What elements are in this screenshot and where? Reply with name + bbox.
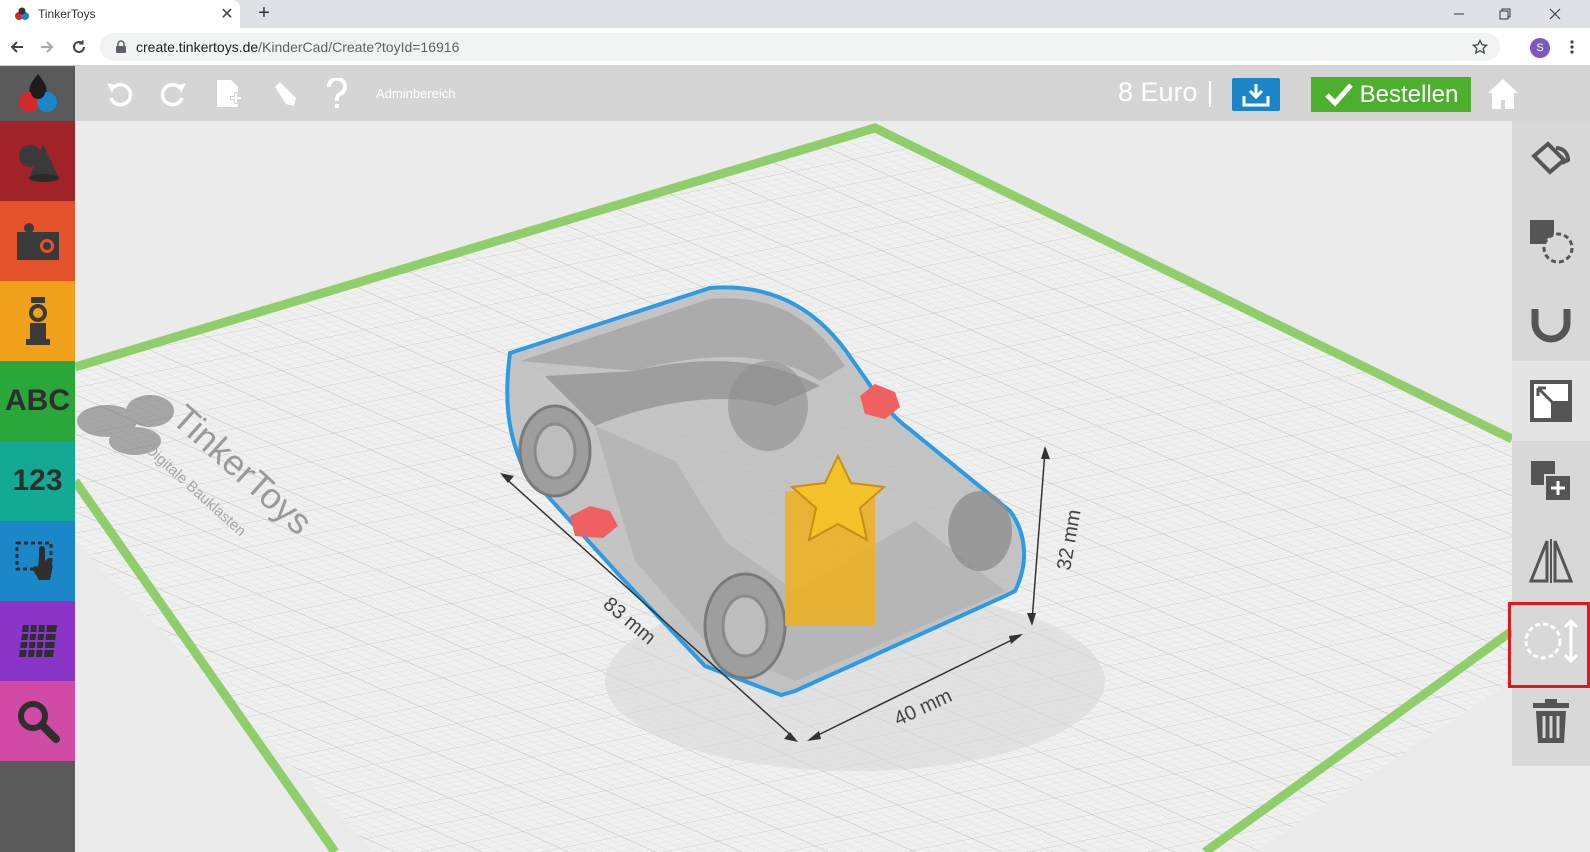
paint-tool[interactable] xyxy=(1512,121,1590,201)
order-button[interactable]: Bestellen xyxy=(1311,77,1471,112)
category-search[interactable] xyxy=(0,681,75,761)
category-figures[interactable] xyxy=(0,281,75,361)
category-shapes[interactable] xyxy=(0,121,75,201)
minimize-button[interactable] xyxy=(1436,0,1482,28)
magnifier-icon xyxy=(17,701,60,743)
forward-arrow-icon xyxy=(41,41,54,53)
letters-label: ABC xyxy=(5,384,70,417)
magnet-tool[interactable] xyxy=(1512,281,1590,361)
price-display: 8 Euro xyxy=(1118,77,1198,107)
forward-button[interactable] xyxy=(35,35,59,59)
magnet-icon xyxy=(1531,301,1571,343)
duplicate-icon xyxy=(1531,461,1572,502)
restore-icon xyxy=(1499,8,1511,20)
figure-icon xyxy=(25,297,50,345)
address-bar[interactable]: create.tinkertoys.de /KinderCad/Create?t… xyxy=(100,33,1500,61)
tinkertoys-favicon-icon xyxy=(15,7,29,20)
back-arrow-icon xyxy=(10,41,23,53)
reload-button[interactable] xyxy=(67,35,91,59)
mirror-tool[interactable] xyxy=(1512,521,1590,601)
browser-toolbar: create.tinkertoys.de /KinderCad/Create?t… xyxy=(0,28,1590,66)
help-button[interactable] xyxy=(320,78,354,110)
order-label: Bestellen xyxy=(1359,80,1459,108)
highlighted-tool-outline xyxy=(1508,602,1590,688)
edit-button[interactable] xyxy=(268,78,302,110)
redo-button[interactable] xyxy=(157,78,191,110)
kebab-menu-icon xyxy=(1570,40,1574,54)
trash-icon xyxy=(1533,699,1569,743)
url-path: /KinderCad/Create?toyId=16916 xyxy=(258,39,460,55)
parts-icon xyxy=(16,223,59,260)
app-header: Adminbereich 8 Euro Bestellen xyxy=(0,66,1590,121)
new-document-button[interactable] xyxy=(212,78,246,110)
download-icon xyxy=(1242,83,1270,106)
paint-bucket-icon xyxy=(1531,141,1571,175)
close-window-button[interactable] xyxy=(1532,0,1578,28)
grid-icon xyxy=(18,624,57,658)
scale-icon xyxy=(1530,380,1572,422)
close-icon xyxy=(1549,8,1561,20)
duplicate-tool[interactable] xyxy=(1512,441,1590,521)
star-icon xyxy=(1472,39,1488,55)
undo-button[interactable] xyxy=(102,78,136,110)
scale-tool[interactable] xyxy=(1512,361,1590,441)
hole-tool[interactable] xyxy=(1512,201,1590,281)
download-button[interactable] xyxy=(1232,78,1280,111)
tinkertoys-logo-icon xyxy=(18,73,57,112)
home-icon xyxy=(1488,79,1518,109)
workplane[interactable]: TinkerToys Digitale Bauklasten 83 mm 40 … xyxy=(75,121,1512,852)
hole-icon xyxy=(1530,220,1574,264)
category-numbers[interactable]: 123 xyxy=(0,441,75,521)
redo-icon xyxy=(160,82,186,107)
back-button[interactable] xyxy=(5,35,29,59)
undo-icon xyxy=(107,82,133,107)
category-letters[interactable]: ABC xyxy=(0,361,75,441)
profile-avatar[interactable]: S xyxy=(1530,38,1550,58)
tab-close-icon[interactable]: ✕ xyxy=(214,4,240,24)
checkmark-icon xyxy=(1324,82,1353,107)
home-button[interactable] xyxy=(1486,77,1520,111)
shapes-icon xyxy=(18,144,59,182)
mirror-icon xyxy=(1528,539,1574,583)
app-logo[interactable] xyxy=(0,66,75,121)
category-parts[interactable] xyxy=(0,201,75,281)
browser-tabstrip: TinkerToys ✕ + xyxy=(0,0,1590,28)
question-mark-icon xyxy=(327,78,347,108)
new-document-icon xyxy=(217,80,242,107)
delete-tool[interactable] xyxy=(1512,681,1590,761)
pencil-icon xyxy=(275,82,296,106)
header-divider xyxy=(1209,81,1211,107)
numbers-label: 123 xyxy=(12,464,63,497)
category-grid[interactable] xyxy=(0,601,75,681)
new-tab-button[interactable]: + xyxy=(252,2,276,26)
admin-link[interactable]: Adminbereich xyxy=(376,86,456,101)
reload-icon xyxy=(73,40,85,53)
browser-menu-button[interactable] xyxy=(1560,35,1584,59)
restore-button[interactable] xyxy=(1482,0,1528,28)
bookmark-button[interactable] xyxy=(1468,35,1492,59)
design-canvas[interactable]: TinkerToys Digitale Bauklasten 83 mm 40 … xyxy=(75,121,1512,852)
category-select[interactable] xyxy=(0,521,75,601)
tab-title: TinkerToys xyxy=(38,7,96,21)
url-host: create.tinkertoys.de xyxy=(136,39,259,55)
select-hand-icon xyxy=(15,541,52,580)
lock-icon xyxy=(116,40,126,53)
browser-tab[interactable]: TinkerToys ✕ xyxy=(0,0,240,28)
category-sidebar: ABC 123 xyxy=(0,121,75,852)
minimize-icon xyxy=(1454,13,1464,15)
